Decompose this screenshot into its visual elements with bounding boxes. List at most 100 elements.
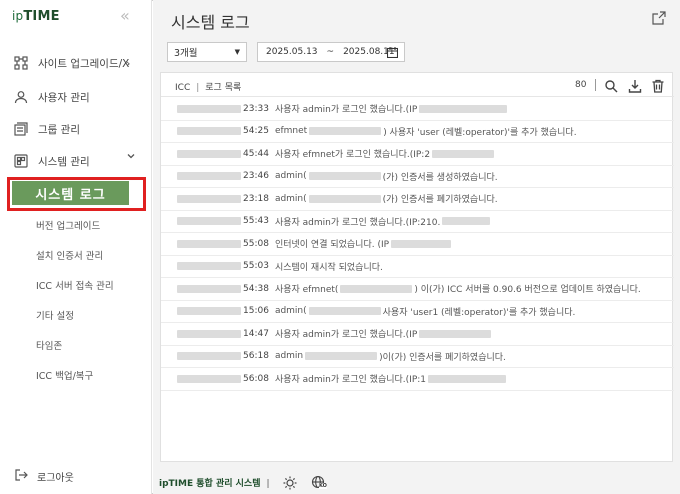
redacted-date (177, 374, 241, 383)
redacted-date (177, 284, 241, 293)
log-time: 55:08 (243, 238, 269, 249)
sidebar-item-site-upgrade[interactable]: 사이트 업그레이드/X › (14, 53, 131, 73)
log-row[interactable]: 55:03 시스템이 재시작 되었습니다. (161, 256, 674, 278)
breadcrumb-root: ICC (175, 83, 191, 93)
sidebar-item-label: 사이트 업그레이드/X (38, 57, 130, 70)
redacted-ip (432, 149, 495, 158)
log-row[interactable]: 55:43 사용자 admin가 로그인 했습니다.(IP:210. (161, 211, 674, 233)
redacted-value (340, 284, 413, 293)
sitemap-icon (14, 56, 28, 70)
redacted-ip (419, 329, 492, 338)
footer: ipTIME 통합 관리 시스템 | KO (153, 470, 680, 494)
sidebar-item-label: 그룹 관리 (38, 123, 80, 136)
log-row[interactable]: 23:46 admin((가) 인증서를 생성하였습니다. (161, 166, 674, 188)
log-message-prefix: admin( (274, 171, 307, 182)
sidebar-item-label: 사용자 관리 (38, 91, 90, 104)
sidebar-subitem-version-upgrade[interactable]: 버전 업그레이드 (36, 218, 100, 232)
brand-logo[interactable]: ipTIME (12, 9, 60, 24)
language-badge: KO (319, 483, 327, 489)
log-time: 56:08 (243, 373, 269, 384)
log-row[interactable]: 23:33 사용자 admin가 로그인 했습니다.(IP (161, 98, 674, 121)
log-message: ) 사용자 'user (레벨:operator)'를 추가 했습니다. (383, 127, 577, 138)
log-count: 80 (575, 80, 587, 90)
log-message: 인터넷이 연결 되었습니다. (IP (274, 240, 390, 251)
logout-button[interactable]: 로그아웃 (14, 468, 74, 485)
redacted-value (305, 352, 378, 361)
log-message: (가) 인증서를 생성하였습니다. (382, 172, 498, 183)
log-message-prefix: efmnet (274, 126, 308, 137)
log-message-prefix: admin( (274, 306, 307, 317)
footer-brand: ipTIME 통합 관리 시스템 | (159, 476, 276, 489)
trash-icon[interactable] (651, 78, 665, 93)
log-message: 사용자 'user1 (레벨:operator)'를 추가 했습니다. (382, 307, 576, 318)
log-list: 23:33 사용자 admin가 로그인 했습니다.(IP 54:25 efmnet)… (161, 98, 674, 391)
download-icon[interactable] (628, 78, 642, 93)
sidebar-subitem-icc-backup[interactable]: ICC 백업/복구 (36, 368, 93, 382)
sidebar-item-users[interactable]: 사용자 관리 (14, 87, 90, 107)
period-select-value: 3개월 (174, 48, 198, 59)
log-message: 사용자 efmnet가 로그인 했습니다.(IP:2 (274, 150, 431, 161)
log-message-prefix: admin( (274, 193, 307, 204)
date-from: 2025.05.13 (266, 47, 318, 57)
redacted-value (308, 307, 381, 316)
log-row[interactable]: 54:25 efmnet) 사용자 'user (레벨:operator)'를 추… (161, 121, 674, 143)
caret-down-icon: ▼ (234, 48, 240, 56)
chevron-right-icon: › (126, 56, 131, 70)
redacted-ip (391, 239, 452, 248)
sidebar-subitem-timezone[interactable]: 타임존 (36, 338, 62, 352)
redacted-date (177, 217, 241, 226)
sidebar-item-system-log[interactable]: 시스템 로그 (12, 181, 129, 205)
sidebar-subitem-other-settings[interactable]: 기타 설정 (36, 308, 74, 322)
redacted-value (308, 172, 381, 181)
redacted-date (177, 262, 241, 271)
log-row[interactable]: 56:08 사용자 admin가 로그인 했습니다.(IP:1 (161, 368, 674, 391)
log-row[interactable]: 23:18 admin((가) 인증서를 폐기하였습니다. (161, 188, 674, 211)
log-time: 14:47 (243, 328, 269, 339)
redacted-date (177, 127, 241, 136)
collapse-sidebar-icon[interactable]: « (120, 6, 130, 25)
date-range-picker[interactable]: 2025.05.13 ~ 2025.08.11 (257, 42, 405, 62)
footer-separator: | (266, 479, 270, 489)
footer-brand-text: ipTIME 통합 관리 시스템 (159, 479, 261, 489)
redacted-value (308, 194, 381, 203)
sidebar-item-groups[interactable]: 그룹 관리 (14, 119, 80, 139)
chevron-down-icon (126, 151, 136, 164)
log-message: 사용자 admin가 로그인 했습니다.(IP:210. (274, 217, 441, 228)
search-icon[interactable] (604, 78, 618, 93)
log-message: 사용자 admin가 로그인 했습니다.(IP (274, 330, 418, 341)
language-icon[interactable]: KO (311, 475, 327, 489)
log-row[interactable]: 15:06 admin( 사용자 'user1 (레벨:operator)'를 추가… (161, 301, 674, 323)
logout-icon (14, 468, 28, 485)
redacted-date (177, 149, 241, 158)
sidebar-subitem-certificate[interactable]: 설치 인증서 관리 (36, 248, 103, 262)
brightness-icon[interactable] (283, 475, 297, 490)
log-row[interactable]: 14:47 사용자 admin가 로그인 했습니다.(IP (161, 323, 674, 346)
main-content: 시스템 로그 3개월 ▼ 2025.05.13 ~ 2025.08.11 ICC… (153, 0, 680, 494)
log-row[interactable]: 54:38 사용자 efmnet() 이(가) ICC 서버를 0.90.6 버전… (161, 278, 674, 301)
sidebar-item-label: 시스템 관리 (38, 155, 90, 168)
log-time: 55:03 (243, 261, 269, 272)
log-row[interactable]: 45:44 사용자 efmnet가 로그인 했습니다.(IP:2 (161, 143, 674, 166)
redacted-date (177, 329, 241, 338)
calendar-icon[interactable] (386, 47, 399, 61)
log-time: 56:18 (243, 351, 269, 362)
log-message: ) 이(가) ICC 서버를 0.90.6 버전으로 업데이트 하였습니다. (414, 285, 641, 296)
redacted-date (177, 307, 241, 316)
log-message: 사용자 admin가 로그인 했습니다.(IP (274, 105, 418, 116)
page-title: 시스템 로그 (171, 13, 250, 32)
redacted-date (177, 172, 241, 181)
log-time: 15:06 (243, 306, 269, 317)
share-icon[interactable] (652, 10, 666, 25)
log-row[interactable]: 56:18 admin)이(가) 인증서를 폐기하였습니다. (161, 346, 674, 368)
log-row[interactable]: 55:08 인터넷이 연결 되었습니다. (IP (161, 233, 674, 256)
log-time: 23:18 (243, 193, 269, 204)
redacted-date (177, 104, 241, 113)
sidebar-item-system[interactable]: 시스템 관리 (14, 151, 135, 171)
log-panel: ICC | 로그 목록 80 23:33 사용자 admin가 로그인 했습니다.(I… (160, 72, 674, 462)
log-message: 사용자 admin가 로그인 했습니다.(IP:1 (274, 375, 427, 386)
log-message: )이(가) 인증서를 폐기하였습니다. (379, 352, 506, 363)
sidebar-subitem-icc-access[interactable]: ICC 서버 접속 관리 (36, 278, 114, 292)
redacted-date (177, 352, 241, 361)
log-message: 시스템이 재시작 되었습니다. (274, 262, 383, 273)
period-select[interactable]: 3개월 ▼ (167, 42, 247, 62)
